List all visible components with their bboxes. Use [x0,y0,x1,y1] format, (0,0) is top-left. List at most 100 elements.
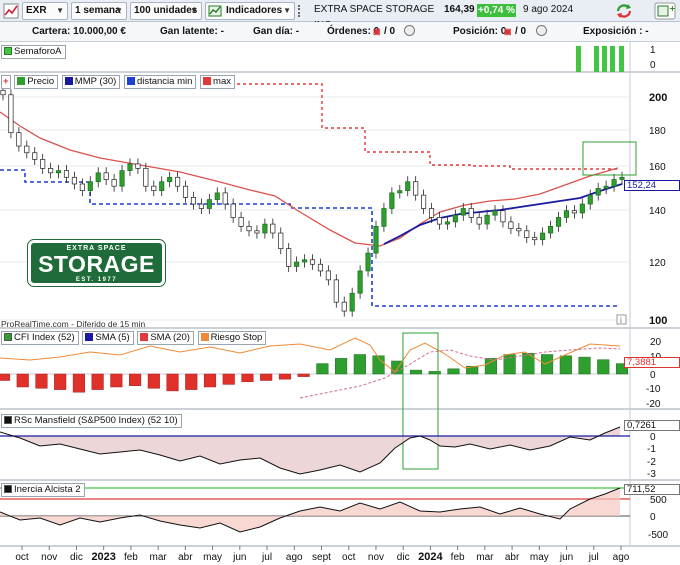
candle [595,188,601,196]
company-logo: EXTRA SPACE STORAGE EST. 1977 [27,239,166,287]
candle [167,176,173,183]
legend-cfi-index[interactable]: CFI Index (52) [1,331,79,345]
candle [436,217,443,225]
candle [603,185,609,189]
candle [151,185,157,192]
data-source-note: ProRealTime.com - Diferido de 15 min [1,319,146,329]
y-tick: 0 [650,432,656,443]
candle [206,199,212,209]
candle [111,179,117,187]
candle [175,176,181,187]
candle [63,170,70,178]
semaforo-tick-1: 1 [650,45,656,56]
cfi-bar [541,354,554,375]
candle [119,170,125,187]
candle [389,192,395,209]
cfi-bar [578,356,591,375]
cfi-bar [297,373,310,377]
candle [294,261,300,267]
legend-max[interactable]: max [200,75,235,89]
x-tick-label: abr [505,552,520,563]
candle [325,270,331,281]
candle [508,221,514,229]
semaforo-bar [602,46,607,72]
inercia-legend[interactable]: Inercia Alcista 2 [1,483,86,497]
inercia-last-value: 711,52 [624,484,680,495]
x-tick-label: ago [286,552,303,563]
y-tick: 20 [650,337,662,348]
candle [555,217,562,227]
candle [127,163,133,171]
candle [56,170,62,174]
x-tick-label: 2023 [91,551,115,563]
y-tick: 100 [649,315,667,327]
x-tick-label: dic [397,552,410,563]
candle [222,192,228,205]
candle [198,203,204,209]
y-tick: 500 [650,495,667,506]
cfi-bar [91,373,104,390]
x-tick-label: sept [312,552,331,563]
candle [405,181,411,192]
semaforo-legend[interactable]: SemaforoA [1,45,67,59]
x-tick-label: jul [588,552,599,563]
candle [357,270,363,294]
candle [516,228,522,232]
y-tick: 140 [649,206,666,217]
cfi-bar [147,373,160,389]
cfi-bar [428,371,441,375]
cfi-bar [16,373,29,388]
candle [79,183,85,192]
y-tick: 160 [649,162,666,173]
semaforo-tick-0: 0 [650,60,656,71]
y-tick: -1 [647,444,656,455]
cfi-bar [559,355,572,375]
candle [159,181,165,192]
candle [278,232,284,249]
legend-riesgo-stop[interactable]: Riesgo Stop [197,331,267,345]
candle [413,181,419,196]
y-tick: 200 [649,92,667,104]
cfi-bar [597,359,610,375]
cfi-bar [129,373,142,386]
candle [48,168,54,174]
legend-distancia-min[interactable]: distancia min [123,75,197,89]
cfi-bar [260,373,273,381]
candle [563,210,569,218]
legend-precio[interactable]: Precio [14,75,59,89]
candle [254,230,260,234]
candle [381,208,387,227]
cfi-bar [185,373,198,390]
candle [540,232,546,241]
x-tick-label: 2024 [418,551,443,563]
x-tick-label: nov [41,552,57,563]
candle [476,217,482,225]
legend-sma20[interactable]: SMA (20) [137,331,194,345]
x-tick-label: mar [150,552,168,563]
rsc-last-value: 0,7261 [624,420,680,431]
cfi-bar [35,373,48,389]
cfi-bar [484,358,497,375]
cfi-bar [72,373,85,393]
rsc-legend[interactable]: RSc Mansfield (S&P500 Index) (52 10) [1,414,183,428]
candle [548,225,554,234]
legend-mmp[interactable]: MMP (30) [61,75,121,89]
candle [71,176,77,185]
legend-sma5[interactable]: SMA (5) [82,331,134,345]
ma-last-value: 152,24 [624,180,680,191]
candle [214,192,220,200]
add-indicator-icon[interactable]: + [1,75,11,89]
semaforo-swatch [4,47,12,55]
candle [286,248,292,267]
candle [524,230,530,238]
x-tick-label: abr [178,552,193,563]
candle [317,263,323,272]
cfi-legend: CFI Index (52) SMA (5) SMA (20) Riesgo S… [1,331,267,345]
candle [143,168,149,187]
cfi-bar [203,373,217,388]
candle [230,203,236,218]
candle [87,181,93,192]
candle [341,301,347,312]
candle [182,185,189,198]
cfi-bar [54,373,67,390]
